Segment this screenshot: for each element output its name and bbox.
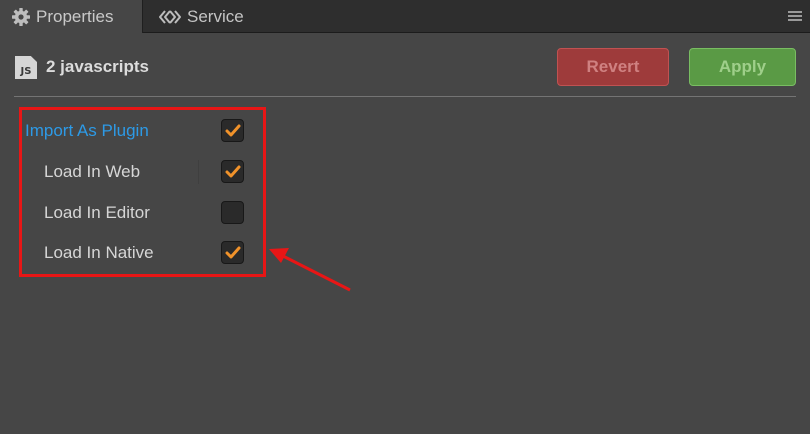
gear-icon [11, 7, 31, 27]
tab-bar: Properties Service [0, 0, 810, 33]
apply-button[interactable]: Apply [689, 48, 796, 86]
inspector-header: JS 2 javascripts Revert Apply [0, 33, 810, 97]
asset-title: 2 javascripts [46, 57, 150, 76]
tab-properties-label: Properties [36, 6, 114, 26]
revert-button[interactable]: Revert [557, 48, 669, 86]
tab-service[interactable]: Service [156, 0, 244, 33]
header-divider [14, 96, 796, 97]
tab-service-label: Service [187, 6, 244, 26]
hamburger-menu-icon[interactable] [788, 9, 802, 23]
tab-properties[interactable]: Properties [0, 0, 143, 33]
service-chevrons-icon [158, 9, 182, 25]
javascript-badge-text: JS [20, 66, 32, 77]
javascript-file-icon: JS [15, 56, 37, 79]
annotation-highlight-box [19, 107, 266, 277]
